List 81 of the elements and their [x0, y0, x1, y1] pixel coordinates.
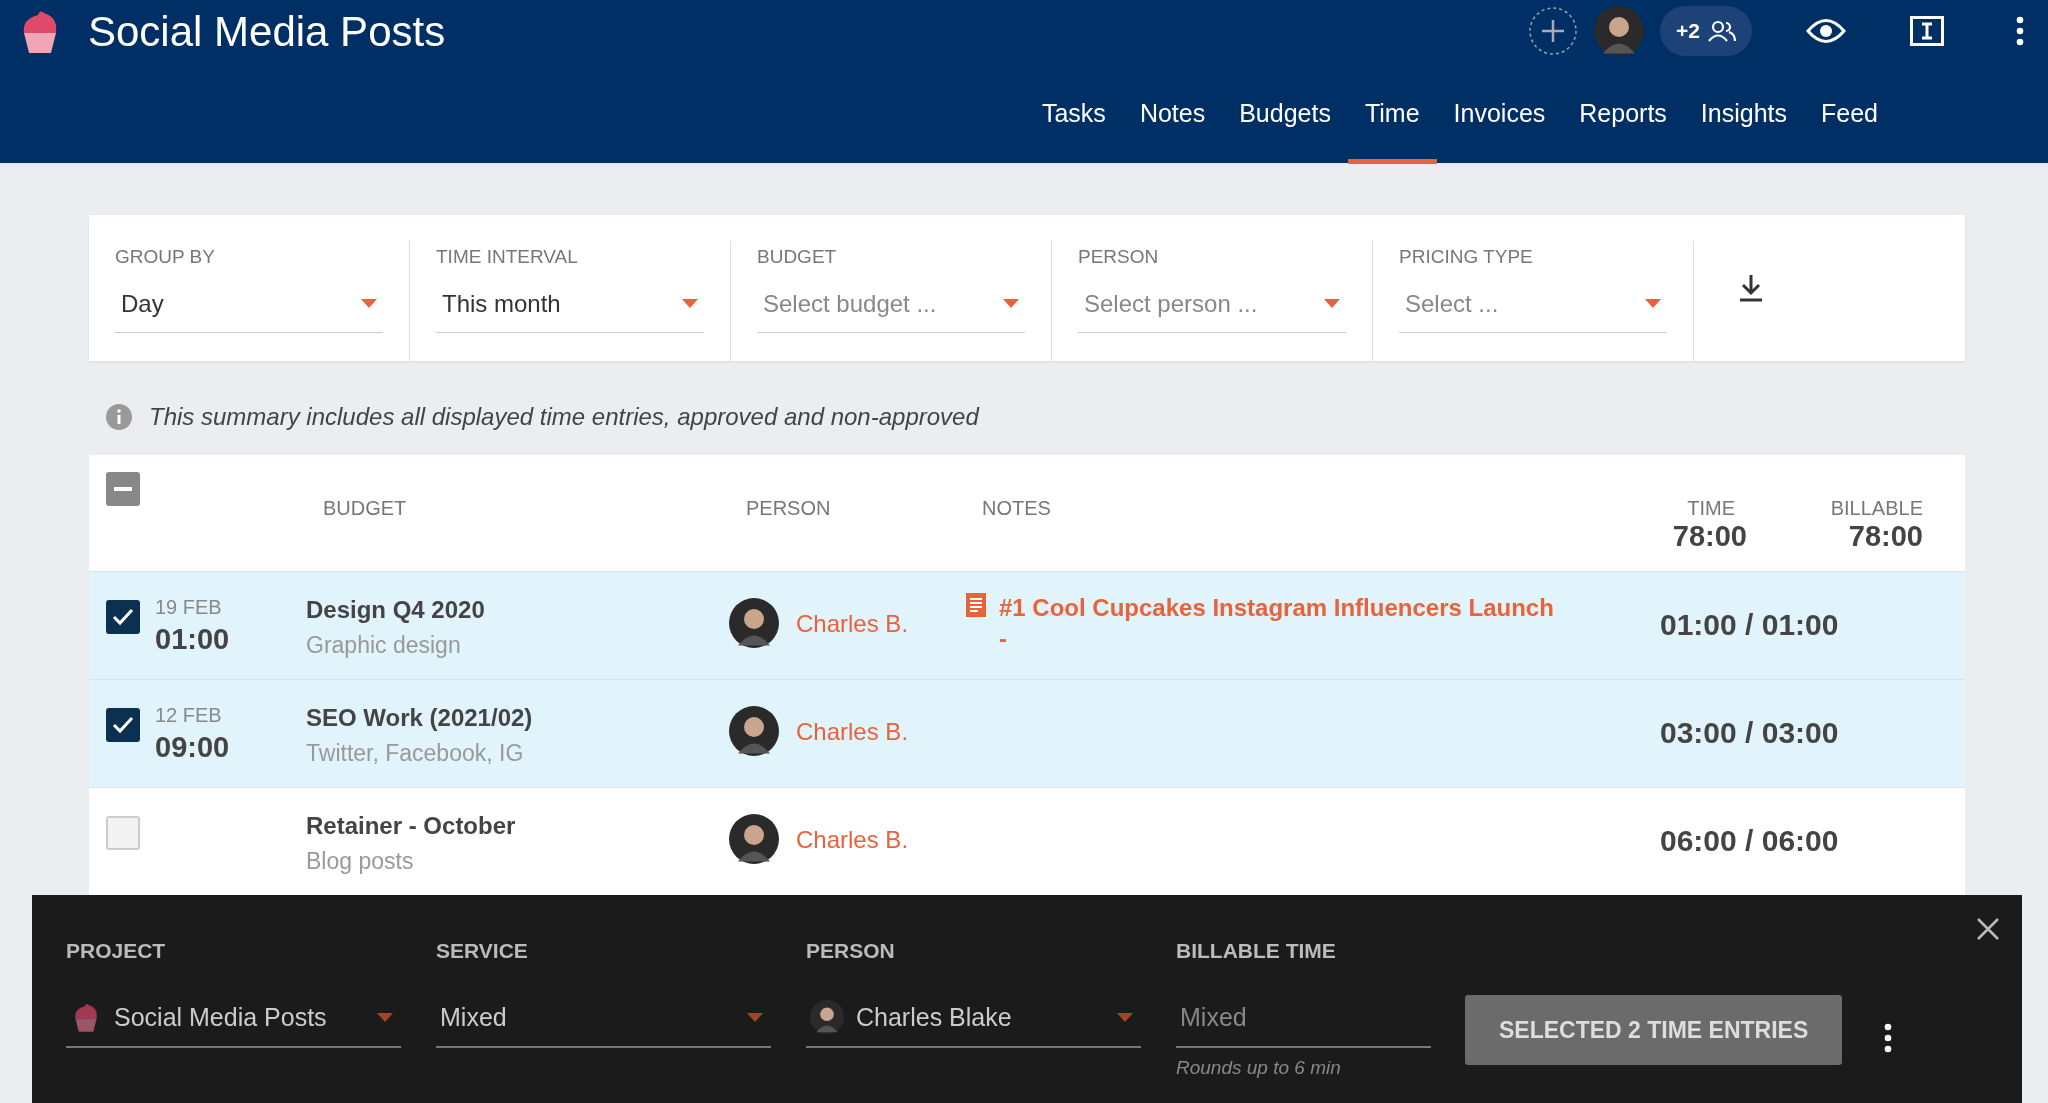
total-billable: 78:00: [1848, 519, 1923, 554]
project-title: Social Media Posts: [88, 6, 446, 57]
field-label: SERVICE: [436, 938, 529, 964]
budget-name: Retainer - October: [306, 811, 517, 841]
download-icon[interactable]: [1738, 273, 1764, 303]
total-time: 78:00: [1672, 519, 1747, 554]
filter-label: TIME INTERVAL: [436, 245, 579, 269]
nav-tab[interactable]: Reports: [1562, 87, 1684, 164]
field-label: PROJECT: [66, 938, 167, 964]
hours-value: 01:00 / 01:00: [1660, 607, 1839, 643]
column-header: BUDGET: [323, 496, 407, 521]
service-name: Blog posts: [306, 847, 415, 876]
avatar[interactable]: [1594, 6, 1645, 56]
hours-value: 06:00 / 06:00: [1660, 823, 1839, 859]
avatar: [729, 598, 779, 648]
field-label: PERSON: [806, 938, 896, 964]
avatar: [810, 1000, 844, 1035]
select-field[interactable]: Charles Blake: [806, 988, 1141, 1048]
column-header: PERSON: [746, 496, 831, 521]
caret-icon: [361, 299, 377, 308]
filter-label: GROUP BY: [115, 245, 216, 269]
row-checkbox[interactable]: [106, 708, 140, 742]
check-icon: [112, 716, 134, 734]
summary-note: This summary includes all displayed time entries, approved and non-approved: [149, 402, 979, 432]
add-person-button[interactable]: [1528, 6, 1579, 56]
caret-icon: [747, 1012, 763, 1022]
row-checkbox[interactable]: [106, 600, 140, 634]
column-header: TIME: [1687, 496, 1735, 521]
entry-time: 09:00: [155, 730, 230, 765]
minus-icon: [114, 487, 132, 491]
column-header: NOTES: [982, 496, 1051, 521]
select-field[interactable]: Social Media Posts: [66, 988, 401, 1048]
nav-tab[interactable]: Time: [1347, 87, 1437, 164]
field-label: BILLABLE TIME: [1176, 938, 1337, 964]
nav-tab[interactable]: Feed: [1804, 87, 1895, 164]
avatar: [729, 814, 779, 864]
nav-tab[interactable]: Invoices: [1436, 87, 1563, 164]
eye-icon[interactable]: [1806, 18, 1846, 44]
nav-tab[interactable]: Tasks: [1024, 87, 1123, 164]
nav-tab[interactable]: Insights: [1683, 87, 1804, 164]
budget-name: Design Q4 2020: [306, 595, 486, 625]
more-options-icon[interactable]: [1884, 1023, 1893, 1053]
hint-text: Rounds up to 6 min: [1176, 1056, 1342, 1080]
filter-dropdown[interactable]: Select budget ...: [757, 271, 1025, 333]
filter-label: PRICING TYPE: [1399, 245, 1534, 269]
entry-date: 19 FEB: [155, 595, 223, 620]
column-header: BILLABLE: [1830, 496, 1923, 521]
caret-icon: [682, 299, 698, 308]
people-icon: [1708, 20, 1736, 42]
filter-label: PERSON: [1078, 245, 1160, 269]
filter-dropdown[interactable]: Select person ...: [1078, 271, 1346, 333]
budget-name: SEO Work (2021/02): [306, 703, 534, 733]
select-field[interactable]: Mixed: [436, 988, 771, 1048]
entry-time: 01:00: [155, 622, 230, 657]
filter-dropdown[interactable]: Day: [115, 271, 383, 333]
billable-time-input[interactable]: Mixed: [1176, 988, 1431, 1048]
filter-dropdown[interactable]: This month: [436, 271, 704, 333]
caret-icon: [1645, 299, 1661, 308]
hours-value: 03:00 / 03:00: [1660, 715, 1839, 751]
more-people-button[interactable]: +2: [1660, 6, 1752, 56]
check-icon: [112, 608, 134, 626]
select-all-checkbox[interactable]: [106, 472, 140, 506]
info-icon: [105, 403, 133, 431]
caret-icon: [1003, 299, 1019, 308]
caret-icon: [1324, 299, 1340, 308]
avatar: [729, 706, 779, 756]
caret-icon: [1117, 1012, 1133, 1022]
filter-label: BUDGET: [757, 245, 838, 269]
service-name: Twitter, Facebook, IG: [306, 739, 525, 768]
document-icon: [965, 592, 987, 618]
caret-icon: [377, 1012, 393, 1022]
note-text: -: [999, 624, 1008, 655]
close-icon[interactable]: [1976, 917, 2000, 941]
entry-date: 12 FEB: [155, 703, 223, 728]
service-name: Graphic design: [306, 631, 462, 660]
panel-icon[interactable]: [1910, 16, 1944, 46]
selected-entries-button[interactable]: SELECTED 2 TIME ENTRIES: [1465, 995, 1843, 1065]
nav-tab[interactable]: Notes: [1122, 87, 1223, 164]
more-menu-icon[interactable]: [2016, 16, 2024, 46]
nav-tab[interactable]: Budgets: [1222, 87, 1348, 164]
filter-dropdown[interactable]: Select ...: [1399, 271, 1667, 333]
